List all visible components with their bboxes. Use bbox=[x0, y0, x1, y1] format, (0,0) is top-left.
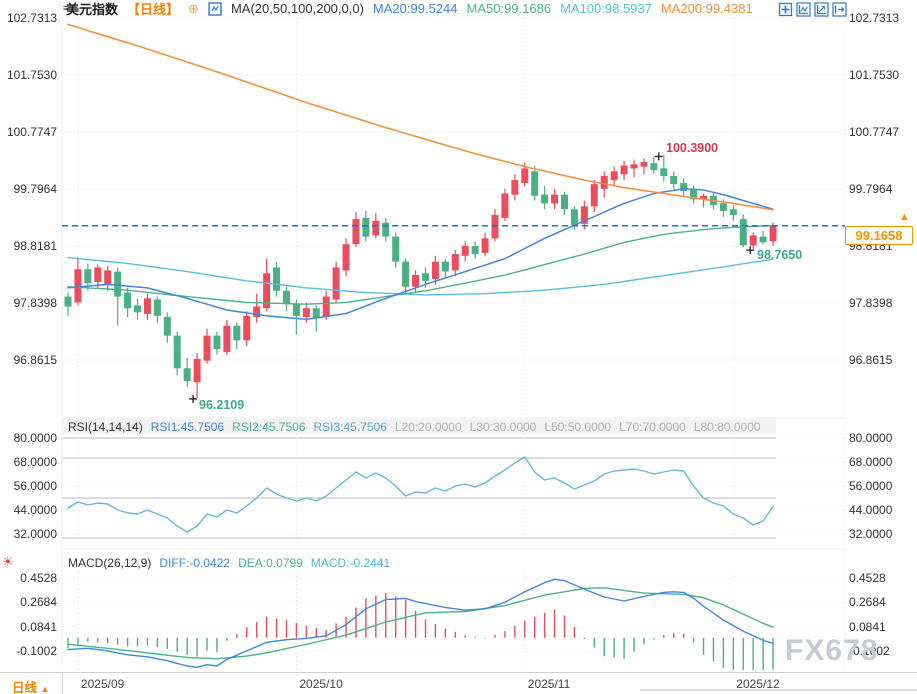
rsi3-value-label: RSI3:45.7506 bbox=[313, 420, 387, 434]
low-price-label: 96.2109 bbox=[199, 398, 245, 412]
live-indicator-icon: ☀ bbox=[2, 554, 14, 569]
recent-low-price-label: 98.7650 bbox=[757, 248, 803, 262]
axis-tick-label: 97.8398 bbox=[849, 296, 893, 311]
period-selector[interactable]: 日线 ▲ bbox=[12, 677, 49, 694]
macd-legend: MACD(26,12,9) DIFF:-0.0422 DEA:0.0799 MA… bbox=[68, 556, 390, 570]
rsi-l70-label: L70:70.0000 bbox=[619, 420, 686, 434]
axis-tick-label: 0.0841 bbox=[20, 619, 57, 634]
axis-tick-label: 99.7964 bbox=[13, 182, 57, 197]
time-axis-label: 2025/10 bbox=[299, 677, 343, 691]
rsi-l50-label: L50:50.0000 bbox=[544, 420, 612, 434]
time-scrollbar[interactable] bbox=[640, 689, 917, 691]
current-price-tag: 99.1658 bbox=[845, 226, 913, 245]
ma100-value-label: MA100:98.5937 bbox=[560, 1, 652, 16]
chart-canvas[interactable] bbox=[0, 0, 917, 694]
axis-tick-label: 32.0000 bbox=[13, 527, 57, 541]
axis-tick-label: 0.4528 bbox=[849, 571, 886, 586]
rsi2-value-label: RSI2:45.7506 bbox=[232, 420, 306, 434]
instrument-title: 美元指数 bbox=[66, 2, 119, 17]
period-tag[interactable]: 【日线】 bbox=[127, 0, 179, 18]
candlestick-chart-icon[interactable] bbox=[208, 1, 222, 16]
rsi-l20-label: L20:20.0000 bbox=[394, 420, 462, 434]
axis-tick-label: 96.8615 bbox=[13, 353, 57, 368]
ma20-value-label: MA20:99.5244 bbox=[372, 1, 458, 16]
axis-tick-label: 0.2684 bbox=[20, 595, 57, 610]
axis-tick-label: 97.8398 bbox=[13, 296, 57, 311]
chart-window: 美元指数 【日线】 ⊕ MA(20,50,100,200,0,0) MA20:9… bbox=[0, 0, 917, 694]
macd-settings-label[interactable]: MACD(26,12,9) bbox=[68, 556, 151, 570]
axis-tick-label: 0.2684 bbox=[849, 595, 886, 610]
macd-dea-label: DEA:0.0799 bbox=[238, 556, 303, 570]
high-price-label: 100.3900 bbox=[666, 141, 719, 155]
axis-tick-label: 0.0841 bbox=[849, 619, 886, 634]
macd-value-label: MACD:-0.2441 bbox=[310, 556, 391, 570]
axis-tick-label: 98.8181 bbox=[13, 239, 57, 254]
axis-tick-label: 101.7530 bbox=[849, 68, 900, 82]
rsi-settings-label[interactable]: RSI(14,14,14) bbox=[68, 420, 143, 434]
axis-tick-label: 101.7530 bbox=[6, 68, 57, 82]
axis-tick-label: 100.7747 bbox=[6, 125, 57, 139]
axis-tick-label: 56.0000 bbox=[849, 479, 893, 493]
rsi-l80-label: L80:80.0000 bbox=[693, 420, 761, 434]
rsi-l30-label: L30:30.0000 bbox=[469, 420, 537, 434]
price-scale-icon[interactable] bbox=[796, 2, 811, 17]
axis-tick-label: 102.7313 bbox=[849, 11, 900, 25]
axis-tick-label: 68.0000 bbox=[13, 455, 57, 469]
axis-tick-label: 102.7313 bbox=[6, 11, 57, 25]
time-axis-label: 2025/09 bbox=[80, 677, 125, 691]
fit-chart-icon[interactable] bbox=[778, 2, 793, 17]
rsi1-value-label: RSI1:45.7506 bbox=[150, 420, 225, 434]
axis-tick-label: 96.8615 bbox=[849, 353, 893, 368]
chart-toolbar bbox=[778, 2, 847, 17]
axis-tick-label: 32.0000 bbox=[849, 527, 893, 541]
axis-tick-label: 80.0000 bbox=[849, 431, 893, 445]
axis-tick-label: 80.0000 bbox=[13, 431, 57, 445]
axis-tick-label: 99.7964 bbox=[849, 182, 893, 197]
watermark: FX678 bbox=[785, 634, 879, 667]
axis-tick-label: 100.7747 bbox=[849, 125, 900, 139]
axis-tick-label: 56.0000 bbox=[13, 479, 57, 493]
rsi-legend: RSI(14,14,14) RSI1:45.7506 RSI2:45.7506 … bbox=[68, 420, 761, 434]
chart-header: 美元指数 【日线】 ⊕ MA(20,50,100,200,0,0) MA20:9… bbox=[66, 0, 759, 17]
time-scale-icon[interactable] bbox=[814, 2, 829, 17]
ma200-value-label: MA200:99.4381 bbox=[660, 1, 753, 16]
price-up-arrow-icon: ▲ bbox=[899, 211, 910, 223]
collapse-panel-icon[interactable] bbox=[832, 2, 847, 17]
legend-menu-icon[interactable]: ≡ bbox=[63, 4, 68, 13]
macd-diff-label: DIFF:-0.0422 bbox=[159, 556, 231, 570]
period-dropdown-arrow-icon: ▲ bbox=[40, 684, 50, 694]
axis-tick-label: 68.0000 bbox=[849, 455, 893, 469]
footer-divider bbox=[62, 673, 63, 694]
axis-tick-label: -0.1002 bbox=[16, 643, 57, 658]
axis-tick-label: 0.4528 bbox=[20, 571, 57, 586]
axis-tick-label: 44.0000 bbox=[13, 503, 57, 517]
ma50-value-label: MA50:99.1686 bbox=[466, 1, 552, 16]
period-selector-label: 日线 bbox=[12, 681, 38, 694]
add-indicator-icon[interactable]: ⊕ bbox=[188, 2, 199, 15]
time-axis-label: 2025/11 bbox=[527, 677, 571, 691]
axis-tick-label: 44.0000 bbox=[849, 503, 893, 517]
ma-settings-label[interactable]: MA(20,50,100,200,0,0) bbox=[231, 1, 364, 16]
